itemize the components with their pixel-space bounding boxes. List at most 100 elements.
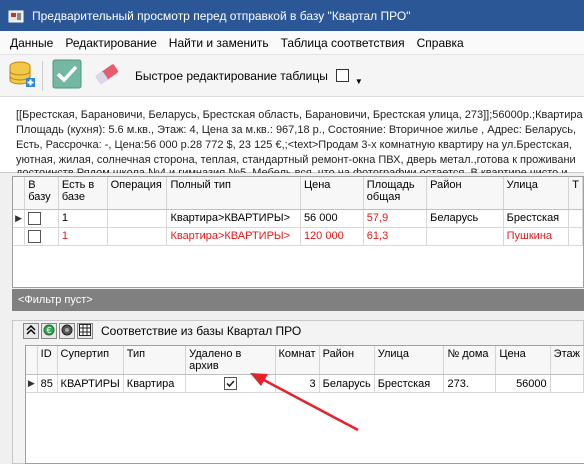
- col-header-street[interactable]: Улица: [503, 177, 570, 210]
- t-cell[interactable]: [568, 209, 583, 228]
- apply-button[interactable]: [49, 58, 85, 94]
- house-cell[interactable]: 273.: [443, 374, 497, 393]
- full-type-cell[interactable]: Квартира>КВАРТИРЫ>: [166, 209, 301, 228]
- eraser-icon: [92, 59, 122, 92]
- row-pointer-icon: ▶: [13, 209, 26, 228]
- coins-icon: €: [43, 324, 55, 338]
- database-add-button[interactable]: [4, 58, 40, 94]
- match-panel-header: € Соответствие из базы Квартал ПРО: [13, 321, 583, 341]
- coins-button[interactable]: [59, 323, 75, 339]
- app-icon: [8, 8, 24, 24]
- street-cell[interactable]: Брестская: [503, 209, 570, 228]
- col-header-exists[interactable]: Есть в базе: [58, 177, 108, 210]
- col-header-district[interactable]: Район: [319, 346, 375, 375]
- quick-edit-label: Быстрое редактирование таблицы: [135, 68, 328, 83]
- menu-edit[interactable]: Редактирование: [59, 36, 162, 50]
- floor-cell[interactable]: [550, 374, 584, 393]
- archived-cell[interactable]: [185, 374, 276, 393]
- col-header-id[interactable]: ID: [37, 346, 58, 375]
- col-header-supertype[interactable]: Супертип: [57, 346, 124, 375]
- menu-data[interactable]: Данные: [0, 36, 59, 50]
- toolbar: Быстрое редактирование таблицы ▼: [0, 55, 584, 97]
- in-base-cell[interactable]: [24, 209, 59, 228]
- table-row[interactable]: ▶ 85 КВАРТИРЫ Квартира 3 Беларусь Брестс…: [26, 374, 584, 393]
- grid-icon: [79, 324, 91, 338]
- col-header-floor[interactable]: Этаж: [550, 346, 584, 375]
- table-row[interactable]: ▶ 1 Квартира>КВАРТИРЫ> 56 000 57,9 Белар…: [13, 209, 583, 228]
- text-preview-pane[interactable]: [[Брестская, Барановичи, Беларусь, Брест…: [0, 97, 584, 173]
- col-header-rooms[interactable]: Комнат: [275, 346, 320, 375]
- supertype-cell[interactable]: КВАРТИРЫ: [57, 374, 124, 393]
- col-header-full-type[interactable]: Полный тип: [166, 177, 301, 210]
- price-cell[interactable]: 120 000: [300, 227, 364, 246]
- grid-view-button[interactable]: [77, 323, 93, 339]
- full-type-cell[interactable]: Квартира>КВАРТИРЫ>: [166, 227, 301, 246]
- money-icon: [61, 324, 73, 338]
- exists-cell[interactable]: 1: [58, 209, 108, 228]
- t-cell[interactable]: [568, 227, 583, 246]
- filter-bar[interactable]: <Фильтр пуст>: [12, 289, 584, 311]
- text-line: Есть, Рассрочка: -, Цена:56 000 р.28 772…: [16, 139, 572, 151]
- price-cell[interactable]: 56000: [495, 374, 551, 393]
- window-title: Предварительный просмотр перед отправкой…: [32, 8, 411, 23]
- text-line: Площадь (кухня): 5.6 м.кв., Этаж: 4, Цен…: [16, 124, 576, 136]
- col-header-price[interactable]: Цена: [495, 346, 551, 375]
- col-header-area[interactable]: Площадь общая: [363, 177, 428, 210]
- table-row[interactable]: 1 Квартира>КВАРТИРЫ> 120 000 61,3 Пушкин…: [13, 227, 583, 246]
- operation-cell[interactable]: [107, 227, 168, 246]
- double-chevron-up-icon: [26, 324, 36, 337]
- text-line: достоинств Рядом школа №4 и гимназия №5.…: [16, 167, 568, 173]
- type-cell[interactable]: Квартира: [123, 374, 187, 393]
- quick-edit-checkbox[interactable]: [335, 69, 349, 82]
- id-cell[interactable]: 85: [37, 374, 58, 393]
- menu-help[interactable]: Справка: [411, 36, 470, 50]
- col-header-type[interactable]: Тип: [123, 346, 187, 375]
- area-cell[interactable]: 57,9: [363, 209, 428, 228]
- clear-button[interactable]: [89, 58, 125, 94]
- in-base-checkbox[interactable]: [28, 211, 42, 225]
- row-indicator-header: [26, 346, 38, 375]
- street-cell[interactable]: Пушкина: [503, 227, 570, 246]
- rooms-cell[interactable]: 3: [275, 374, 320, 393]
- window-title-bar[interactable]: Предварительный просмотр перед отправкой…: [0, 0, 584, 31]
- col-header-archived[interactable]: Удалено в архив: [185, 346, 276, 375]
- price-cell[interactable]: 56 000: [300, 209, 364, 228]
- text-line: [[Брестская, Барановичи, Беларусь, Брест…: [16, 109, 583, 121]
- district-cell[interactable]: Беларусь: [426, 209, 504, 228]
- district-cell[interactable]: Беларусь: [319, 374, 375, 393]
- row-indicator: [13, 227, 26, 246]
- row-indicator-header: [13, 177, 26, 210]
- archived-checkbox[interactable]: [223, 377, 237, 390]
- col-header-district[interactable]: Район: [426, 177, 504, 210]
- collapse-button[interactable]: [23, 323, 39, 339]
- match-grid[interactable]: ID Супертип Тип Удалено в архив Комнат Р…: [25, 345, 584, 464]
- svg-text:€: €: [47, 326, 52, 335]
- chevron-down-icon[interactable]: ▼: [355, 77, 363, 86]
- exists-cell[interactable]: 1: [58, 227, 108, 246]
- in-base-cell[interactable]: [24, 227, 59, 246]
- text-line: уютная, жилая, солнечная сторона, теплая…: [16, 154, 576, 166]
- toolbar-separator: [42, 60, 43, 91]
- in-base-checkbox[interactable]: [28, 229, 42, 243]
- row-pointer-icon: ▶: [26, 374, 38, 393]
- col-header-house[interactable]: № дома: [443, 346, 497, 375]
- match-table: ID Супертип Тип Удалено в архив Комнат Р…: [26, 346, 584, 393]
- col-header-street[interactable]: Улица: [374, 346, 445, 375]
- col-header-in-base[interactable]: В базу: [24, 177, 59, 210]
- currency-button[interactable]: €: [41, 323, 57, 339]
- match-panel: € Соответствие из базы Квартал ПРО ID Су…: [12, 320, 584, 464]
- menu-bar: Данные Редактирование Найти и заменить Т…: [0, 31, 584, 55]
- menu-find-replace[interactable]: Найти и заменить: [163, 36, 275, 50]
- col-header-price[interactable]: Цена: [300, 177, 364, 210]
- database-add-icon: [7, 59, 37, 92]
- street-cell[interactable]: Брестская: [374, 374, 445, 393]
- area-cell[interactable]: 61,3: [363, 227, 428, 246]
- col-header-t[interactable]: Т: [568, 177, 583, 210]
- menu-mapping-table[interactable]: Таблица соответствия: [275, 36, 411, 50]
- operation-cell[interactable]: [107, 209, 168, 228]
- match-panel-title: Соответствие из базы Квартал ПРО: [101, 324, 302, 338]
- district-cell[interactable]: [426, 227, 504, 246]
- checkmark-icon: [52, 59, 82, 92]
- col-header-operation[interactable]: Операция: [107, 177, 168, 210]
- listings-grid[interactable]: В базу Есть в базе Операция Полный тип Ц…: [12, 176, 584, 288]
